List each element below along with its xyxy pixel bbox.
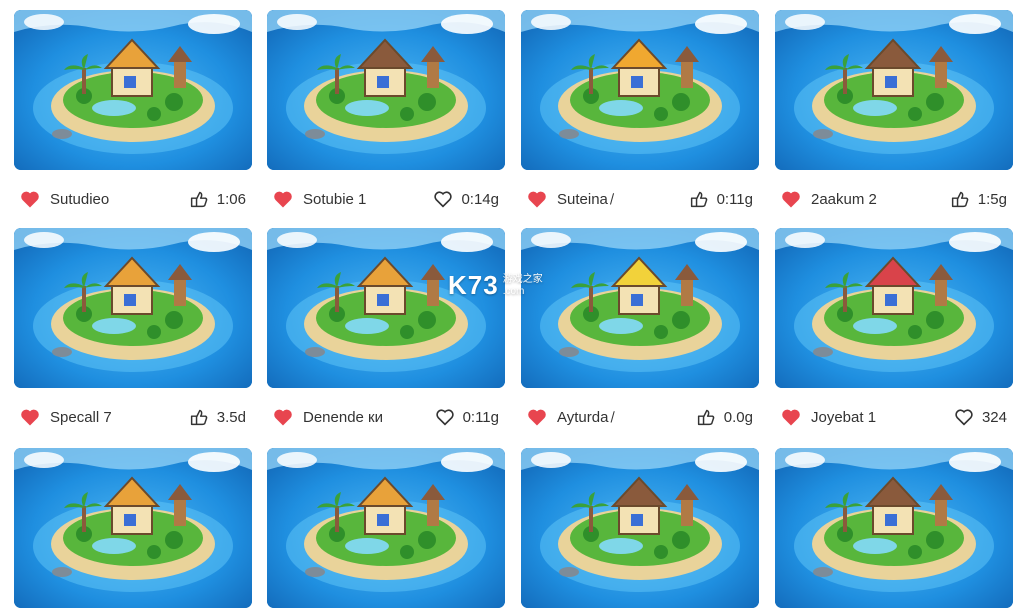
card-meta: Specall 7 3.5d bbox=[14, 402, 252, 432]
island-thumbnail[interactable] bbox=[521, 228, 759, 388]
watermark-domain: .com bbox=[502, 285, 525, 297]
card-title: Ayturda ̸ bbox=[557, 408, 613, 426]
card-stat-value: 0:11g bbox=[716, 190, 753, 208]
watermark-logo: K73 bbox=[448, 270, 499, 300]
card-stat[interactable]: 1:5g bbox=[950, 190, 1007, 208]
island-card[interactable]: Specall 7 3.5d bbox=[14, 228, 252, 432]
card-stat[interactable]: 0:11g bbox=[435, 408, 499, 426]
card-title: Joyebat 1 bbox=[811, 408, 877, 426]
island-thumbnail[interactable] bbox=[14, 228, 252, 388]
share-icon[interactable] bbox=[189, 408, 217, 426]
island-card[interactable] bbox=[267, 448, 505, 608]
island-thumbnail[interactable] bbox=[775, 448, 1013, 608]
card-stat[interactable]: 0:11g bbox=[689, 190, 753, 208]
island-thumbnail[interactable] bbox=[267, 448, 505, 608]
island-card[interactable]: Joyebat 1 324 bbox=[775, 228, 1013, 432]
card-stat-value: 0.0g bbox=[723, 408, 753, 426]
watermark-cn: 游戏之家 bbox=[502, 273, 543, 285]
card-stat-value: 0:14g bbox=[461, 190, 499, 208]
favorite-heart-icon[interactable] bbox=[273, 190, 293, 208]
card-stat-value: 1:06 bbox=[216, 190, 246, 208]
island-thumbnail[interactable] bbox=[14, 448, 252, 608]
card-stat[interactable]: 324 bbox=[954, 408, 1007, 426]
heart-outline-icon[interactable] bbox=[435, 408, 463, 426]
island-thumbnail[interactable] bbox=[775, 228, 1013, 388]
card-meta: Sutudieo 1:06 bbox=[14, 184, 252, 214]
island-card[interactable] bbox=[775, 448, 1013, 608]
card-meta: Ayturda ̸ 0.0g bbox=[521, 402, 759, 432]
island-card[interactable] bbox=[521, 448, 759, 608]
share-icon[interactable] bbox=[696, 408, 724, 426]
card-meta: Sotubie 1 0:14g bbox=[267, 184, 505, 214]
card-stat[interactable]: 0:14g bbox=[433, 190, 499, 208]
favorite-heart-icon[interactable] bbox=[527, 190, 547, 208]
heart-outline-icon[interactable] bbox=[954, 408, 982, 426]
card-meta: 2aakum 2 1:5g bbox=[775, 184, 1013, 214]
card-title: Denende ки bbox=[303, 408, 383, 426]
island-thumbnail[interactable] bbox=[775, 10, 1013, 170]
k73-watermark: K73 游戏之家 .com bbox=[448, 270, 543, 301]
island-thumbnail[interactable] bbox=[521, 10, 759, 170]
favorite-heart-icon[interactable] bbox=[781, 408, 801, 426]
island-card[interactable]: Denende ки 0:11g bbox=[267, 228, 505, 432]
card-meta: Suteina ̸ 0:11g bbox=[521, 184, 759, 214]
card-stat-value: 3.5d bbox=[216, 408, 246, 426]
card-stat[interactable]: 3.5d bbox=[189, 408, 246, 426]
card-stat-value: 324 bbox=[981, 408, 1007, 426]
card-stat[interactable]: 0.0g bbox=[696, 408, 753, 426]
card-title: Sutudieo bbox=[50, 190, 110, 208]
share-icon[interactable] bbox=[189, 190, 217, 208]
favorite-heart-icon[interactable] bbox=[781, 190, 801, 208]
island-card[interactable]: Sotubie 1 0:14g bbox=[267, 10, 505, 214]
card-title: Sotubie 1 bbox=[303, 190, 367, 208]
card-stat[interactable]: 1:06 bbox=[189, 190, 246, 208]
watermark-text: 游戏之家 .com bbox=[503, 274, 543, 298]
favorite-heart-icon[interactable] bbox=[20, 190, 40, 208]
favorite-heart-icon[interactable] bbox=[20, 408, 40, 426]
island-thumbnail[interactable] bbox=[267, 10, 505, 170]
card-title: Suteina ̸ bbox=[557, 190, 613, 208]
island-thumbnail[interactable] bbox=[521, 448, 759, 608]
card-meta: Joyebat 1 324 bbox=[775, 402, 1013, 432]
card-stat-value: 1:5g bbox=[977, 190, 1007, 208]
island-card[interactable]: Sutudieo 1:06 bbox=[14, 10, 252, 214]
card-title: 2aakum 2 bbox=[811, 190, 877, 208]
island-card[interactable]: Suteina ̸ 0:11g bbox=[521, 10, 759, 214]
island-card[interactable]: Ayturda ̸ 0.0g bbox=[521, 228, 759, 432]
island-thumbnail[interactable] bbox=[267, 228, 505, 388]
share-icon[interactable] bbox=[950, 190, 978, 208]
favorite-heart-icon[interactable] bbox=[273, 408, 293, 426]
island-thumbnail[interactable] bbox=[14, 10, 252, 170]
card-meta: Denende ки 0:11g bbox=[267, 402, 505, 432]
island-card[interactable] bbox=[14, 448, 252, 608]
share-icon[interactable] bbox=[689, 190, 717, 208]
card-stat-value: 0:11g bbox=[462, 408, 499, 426]
card-title: Specall 7 bbox=[50, 408, 112, 426]
island-card[interactable]: 2aakum 2 1:5g bbox=[775, 10, 1013, 214]
heart-outline-icon[interactable] bbox=[433, 190, 461, 208]
favorite-heart-icon[interactable] bbox=[527, 408, 547, 426]
